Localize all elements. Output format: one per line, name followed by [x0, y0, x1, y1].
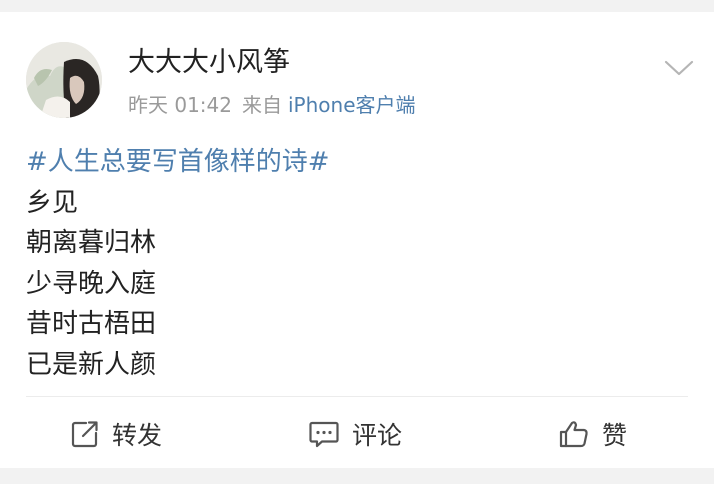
forward-label: 转发 — [112, 421, 163, 450]
poem-line: 昔时古梧田 — [26, 309, 157, 339]
comment-label: 评论 — [352, 421, 403, 450]
username[interactable]: 大大大小风筝 — [128, 46, 290, 80]
like-button[interactable]: 赞 — [558, 412, 627, 456]
share-icon — [70, 419, 100, 449]
thumbs-up-icon — [558, 419, 590, 449]
action-bar: 转发 评论 赞 — [0, 412, 714, 456]
avatar[interactable] — [26, 42, 102, 118]
post-content: #人生总要写首像样的诗# 乡见 朝离暮归林 少寻晚入庭 昔时古梧田 已是新人颜 — [26, 142, 330, 385]
forward-button[interactable]: 转发 — [70, 412, 162, 456]
like-label: 赞 — [602, 421, 628, 450]
poem-line: 乡见 — [26, 187, 79, 218]
divider — [26, 396, 688, 397]
chevron-down-icon[interactable] — [662, 56, 696, 80]
poem-line: 朝离暮归林 — [26, 228, 157, 258]
source-prefix: 来自 — [242, 93, 282, 117]
comment-icon — [308, 419, 340, 449]
topic-hashtag-link[interactable]: #人生总要写首像样的诗# — [26, 142, 330, 183]
comment-button[interactable]: 评论 — [308, 412, 402, 456]
post-meta: 昨天 01:42 来自 iPhone客户端 — [128, 92, 416, 118]
post-time: 昨天 01:42 — [128, 93, 232, 117]
weibo-post-card: 大大大小风筝 昨天 01:42 来自 iPhone客户端 #人生总要写首像样的诗# … — [0, 12, 714, 468]
poem-line: 少寻晚入庭 — [26, 268, 157, 299]
source-device-link[interactable]: iPhone客户端 — [288, 93, 416, 117]
poem-line: 已是新人颜 — [26, 349, 157, 380]
